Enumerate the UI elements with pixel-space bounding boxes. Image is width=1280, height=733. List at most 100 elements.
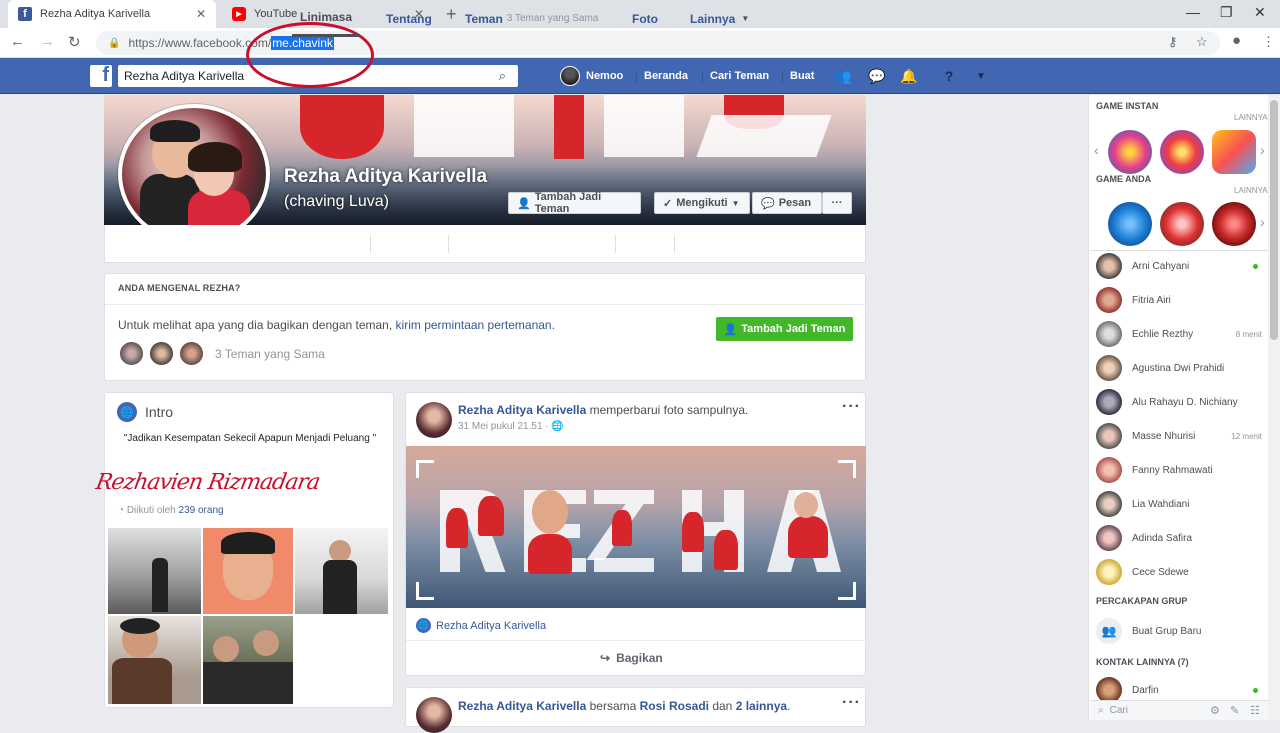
reload-icon[interactable]: ↻: [68, 33, 81, 51]
your-games-more-link[interactable]: LAINNYA: [1234, 186, 1268, 195]
more-options-button[interactable]: ···: [822, 192, 852, 214]
browser-tab-facebook[interactable]: f Rezha Aditya Karivella ✕: [8, 0, 216, 28]
post-header: Rezha Aditya Karivella memperbarui foto …: [458, 403, 748, 417]
game-icon[interactable]: [1212, 130, 1256, 174]
post-date[interactable]: 31 Mei pukul 21.51 · 🌐: [458, 421, 564, 432]
tab-close-icon[interactable]: ✕: [196, 7, 206, 21]
scrollbar-thumb[interactable]: [1270, 100, 1278, 340]
key-icon[interactable]: ⚷: [1168, 34, 1178, 50]
account-menu-icon[interactable]: ▼: [972, 67, 990, 85]
contact-item[interactable]: Echlie Rezthy 8 menit: [1096, 320, 1266, 348]
tab-timeline[interactable]: Linimasa: [292, 0, 361, 37]
nav-user[interactable]: Nemoo: [560, 58, 623, 94]
facebook-logo-icon[interactable]: f: [90, 64, 112, 87]
search-icon: ⌕: [1098, 705, 1104, 716]
bookmark-star-icon[interactable]: ☆: [1196, 34, 1208, 50]
contact-item[interactable]: Masse Nhurisi 12 menit: [1096, 422, 1266, 450]
intro-photo[interactable]: [203, 616, 293, 704]
add-friend-button[interactable]: 👤 Tambah Jadi Teman: [508, 191, 641, 215]
post2-tag-link[interactable]: Rosi Rosadi: [640, 699, 709, 713]
share-icon: ↪: [600, 651, 611, 665]
gear-icon[interactable]: ⚙: [1210, 704, 1220, 717]
contact-avatar: [1096, 457, 1122, 483]
nav-home[interactable]: Beranda: [635, 58, 688, 94]
tab-more[interactable]: Lainnya ▼: [690, 0, 749, 37]
contact-item[interactable]: Agustina Dwi Prahidi: [1096, 354, 1266, 382]
messenger-icon[interactable]: 💬: [868, 67, 886, 85]
check-icon: ✓: [663, 197, 673, 210]
notifications-icon[interactable]: 🔔: [900, 67, 918, 85]
intro-photo[interactable]: [295, 528, 388, 614]
group-icon[interactable]: ☷: [1250, 704, 1260, 717]
tab-photos[interactable]: Foto: [632, 0, 658, 37]
intro-photo[interactable]: [108, 616, 201, 704]
contact-avatar: [1096, 559, 1122, 585]
forward-icon[interactable]: →: [40, 33, 55, 50]
game-icon[interactable]: [1212, 202, 1256, 246]
add-friend-green-button[interactable]: 👤 Tambah Jadi Teman: [716, 317, 853, 341]
tab-friends[interactable]: Teman 3 Teman yang Sama: [465, 0, 598, 37]
instant-games-heading: GAME INSTAN: [1096, 101, 1159, 111]
mutual-friend-avatar[interactable]: [118, 340, 145, 367]
new-tab-button[interactable]: +: [446, 4, 457, 25]
friend-requests-icon[interactable]: 👥: [834, 67, 852, 85]
profile-icon[interactable]: ●: [1232, 32, 1241, 49]
chat-search-input[interactable]: ⌕ Cari ⚙ ✎ ☷: [1090, 700, 1268, 720]
following-button[interactable]: ✓ Mengikuti ▼: [654, 192, 750, 214]
intro-photo[interactable]: [108, 528, 201, 614]
post2-others-link[interactable]: 2 lainnya: [736, 699, 787, 713]
mutual-friend-avatar[interactable]: [178, 340, 205, 367]
intro-photo[interactable]: [203, 528, 293, 614]
message-button[interactable]: 💬 Pesan: [752, 192, 822, 214]
contact-name: Lia Wahdiani: [1132, 498, 1190, 510]
search-icon[interactable]: ⌕: [499, 68, 506, 84]
post2-options-button[interactable]: ···: [842, 694, 861, 712]
chevron-down-icon: ▼: [731, 198, 740, 208]
game-icon[interactable]: [1160, 202, 1204, 246]
chevron-right-icon[interactable]: ›: [1260, 142, 1265, 158]
share-button[interactable]: ↪ Bagikan: [600, 651, 663, 665]
maximize-icon[interactable]: ❐: [1220, 4, 1233, 21]
game-icon[interactable]: [1160, 130, 1204, 174]
contact-item[interactable]: Arni Cahyani: [1096, 252, 1266, 280]
contact-item[interactable]: Adinda Safira: [1096, 524, 1266, 552]
contact-name: Alu Rahayu D. Nichiany: [1132, 396, 1238, 408]
menu-icon[interactable]: ⋮: [1262, 34, 1275, 50]
nav-create[interactable]: Buat: [781, 58, 814, 94]
game-icon[interactable]: [1108, 202, 1152, 246]
contact-item[interactable]: Fanny Rahmawati: [1096, 456, 1266, 484]
post-cover-image[interactable]: [406, 446, 866, 608]
help-icon[interactable]: ?: [940, 67, 958, 85]
instant-games-more-link[interactable]: LAINNYA: [1234, 113, 1268, 122]
contact-item[interactable]: Alu Rahayu D. Nichiany: [1096, 388, 1266, 416]
mutual-friends-count[interactable]: 3 Teman yang Sama: [215, 347, 325, 361]
audience-globe-icon: 🌐: [551, 421, 564, 432]
contact-item[interactable]: Fitria Airi: [1096, 286, 1266, 314]
mutual-friend-avatar[interactable]: [148, 340, 175, 367]
tab-label: Teman: [465, 11, 503, 26]
contact-item[interactable]: Lia Wahdiani: [1096, 490, 1266, 518]
post-action-text: memperbarui foto sampulnya.: [586, 403, 749, 417]
chevron-left-icon[interactable]: ‹: [1094, 142, 1099, 158]
compose-icon[interactable]: ✎: [1230, 704, 1239, 717]
know-text-body: Untuk melihat apa yang dia bagikan denga…: [118, 318, 396, 332]
post-page-link[interactable]: 🌐 Rezha Aditya Karivella: [416, 618, 546, 633]
profile-picture[interactable]: [118, 104, 270, 244]
post-options-button[interactable]: ···: [842, 398, 861, 416]
nav-find-friends[interactable]: Cari Teman: [701, 58, 769, 94]
post-author-avatar[interactable]: [416, 402, 452, 438]
create-group-button[interactable]: 👥 Buat Grup Baru: [1096, 617, 1266, 645]
minimize-icon[interactable]: —: [1186, 4, 1200, 20]
close-window-icon[interactable]: ✕: [1254, 4, 1266, 21]
game-icon[interactable]: [1108, 130, 1152, 174]
followers-link[interactable]: 239 orang: [179, 505, 224, 516]
contact-last-active: 12 menit: [1231, 431, 1262, 441]
back-icon[interactable]: ←: [10, 33, 25, 50]
tab-about[interactable]: Tentang: [386, 0, 432, 37]
contact-item[interactable]: Cece Sdewe: [1096, 558, 1266, 586]
send-request-link[interactable]: kirim permintaan pertemanan.: [396, 318, 555, 332]
post2-author-avatar[interactable]: [416, 697, 452, 733]
post2-author-link[interactable]: Rezha Aditya Karivella: [458, 699, 586, 713]
post-author-link[interactable]: Rezha Aditya Karivella: [458, 403, 586, 417]
chevron-right-icon[interactable]: ›: [1260, 214, 1265, 230]
